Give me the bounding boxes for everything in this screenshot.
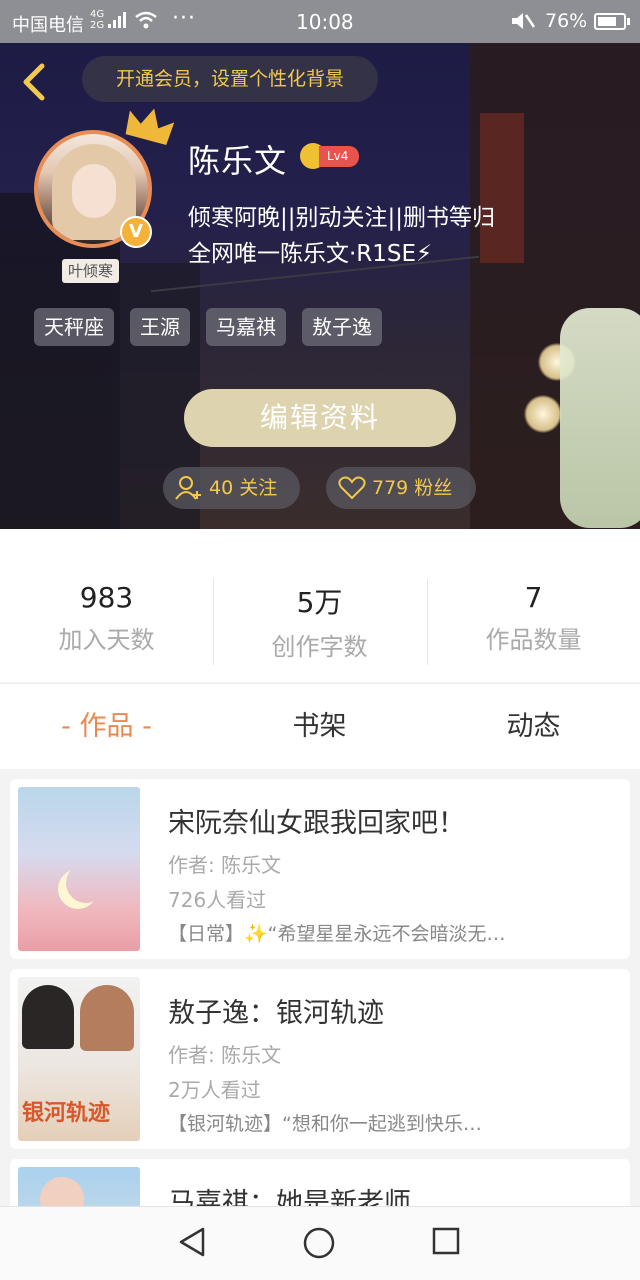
home-nav-button[interactable] <box>301 1225 337 1265</box>
status-bar: 中国电信 4G 2G ··· 10:08 76% <box>0 0 640 43</box>
battery-percent: 76% <box>545 10 588 32</box>
stats-panel: 983 加入天数 5万 创作字数 7 作品数量 <box>0 529 640 682</box>
background-light <box>560 308 640 528</box>
tab-works[interactable]: - 作品 - <box>0 684 213 770</box>
stat-join-days: 983 加入天数 <box>0 581 213 655</box>
book-card[interactable]: 宋阮奈仙女跟我回家吧！ 作者: 陈乐文 726人看过 【日常】✨“希望星星永远不… <box>10 779 630 959</box>
back-button[interactable] <box>18 62 52 101</box>
recents-nav-button[interactable] <box>430 1225 462 1261</box>
book-card[interactable]: 银河轨迹 敖子逸：银河轨迹 作者: 陈乐文 2万人看过 【银河轨迹】“想和你一起… <box>10 969 630 1149</box>
stat-label: 创作字数 <box>271 633 368 661</box>
add-user-icon <box>175 476 201 500</box>
clock: 10:08 <box>296 10 354 34</box>
bio-line-2: 全网唯一陈乐文·R1SE⚡ <box>188 241 433 267</box>
network-type: 4G 2G <box>90 9 105 31</box>
book-cover: 银河轨迹 <box>18 977 140 1141</box>
vip-background-prompt[interactable]: 开通会员，设置个性化背景 <box>82 56 378 102</box>
avatar-caption: 叶倾寒 <box>62 259 120 283</box>
triangle-back-icon <box>179 1227 205 1257</box>
battery-icon <box>594 13 630 30</box>
moon-icon <box>66 863 106 903</box>
overflow-icon: ··· <box>172 6 196 31</box>
book-author: 作者: 陈乐文 <box>168 853 282 877</box>
book-description: 【日常】✨“希望星星永远不会暗淡无… <box>168 923 506 945</box>
cover-person <box>22 985 74 1049</box>
profile-header-background <box>0 43 640 529</box>
book-author: 作者: 陈乐文 <box>168 1043 282 1067</box>
signal-icon <box>108 12 128 33</box>
stat-word-count: 5万 创作字数 <box>213 581 426 662</box>
following-button[interactable]: 40 关注 <box>163 467 300 509</box>
background-lamp <box>524 395 562 433</box>
book-views: 2万人看过 <box>168 1078 261 1102</box>
heart-icon <box>338 476 366 500</box>
mute-icon <box>510 11 536 36</box>
back-nav-button[interactable] <box>176 1225 210 1263</box>
cover-title: 银河轨迹 <box>22 1101 111 1126</box>
stat-value: 7 <box>524 581 543 614</box>
system-nav-bar <box>0 1206 640 1280</box>
avatar-face <box>72 164 116 218</box>
tab-bookshelf[interactable]: 书架 <box>213 684 426 770</box>
following-count: 40 关注 <box>209 477 278 499</box>
book-title: 宋阮奈仙女跟我回家吧！ <box>168 808 465 839</box>
book-cover <box>18 787 140 951</box>
tag-list: 天秤座 王源 马嘉祺 敖子逸 <box>34 308 382 346</box>
tab-activity[interactable]: 动态 <box>427 684 640 770</box>
background-sign <box>480 113 524 263</box>
stat-label: 作品数量 <box>485 626 582 654</box>
wifi-icon <box>134 11 158 34</box>
fans-button[interactable]: 779 粉丝 <box>326 467 476 509</box>
tab-bar: - 作品 - 书架 动态 <box>0 683 640 769</box>
crown-icon <box>124 106 175 154</box>
verified-badge: V <box>120 216 152 248</box>
square-recents-icon <box>432 1227 460 1255</box>
circle-home-icon <box>303 1227 335 1259</box>
book-views: 726人看过 <box>168 888 267 912</box>
book-title: 敖子逸：银河轨迹 <box>168 998 384 1029</box>
stat-value: 5万 <box>296 586 343 619</box>
stat-label: 加入天数 <box>58 626 155 654</box>
tag[interactable]: 敖子逸 <box>302 308 382 346</box>
level-badge: Lv4 <box>319 146 359 167</box>
bio-line-1: 倾寒阿晚||别动关注||删书等归 <box>188 205 495 231</box>
tag[interactable]: 天秤座 <box>34 308 114 346</box>
edit-profile-button[interactable]: 编辑资料 <box>184 389 456 447</box>
tag[interactable]: 王源 <box>130 308 190 346</box>
username: 陈乐文 <box>188 142 288 180</box>
stat-value: 983 <box>79 581 134 614</box>
stat-works-count: 7 作品数量 <box>427 581 640 655</box>
battery-fill <box>598 17 617 26</box>
fans-count: 779 粉丝 <box>372 477 453 499</box>
book-description: 【银河轨迹】“想和你一起逃到快乐… <box>168 1113 482 1135</box>
tag[interactable]: 马嘉祺 <box>206 308 286 346</box>
cover-person <box>80 985 134 1051</box>
chevron-left-icon <box>23 63 45 101</box>
carrier-label: 中国电信 <box>12 15 84 36</box>
